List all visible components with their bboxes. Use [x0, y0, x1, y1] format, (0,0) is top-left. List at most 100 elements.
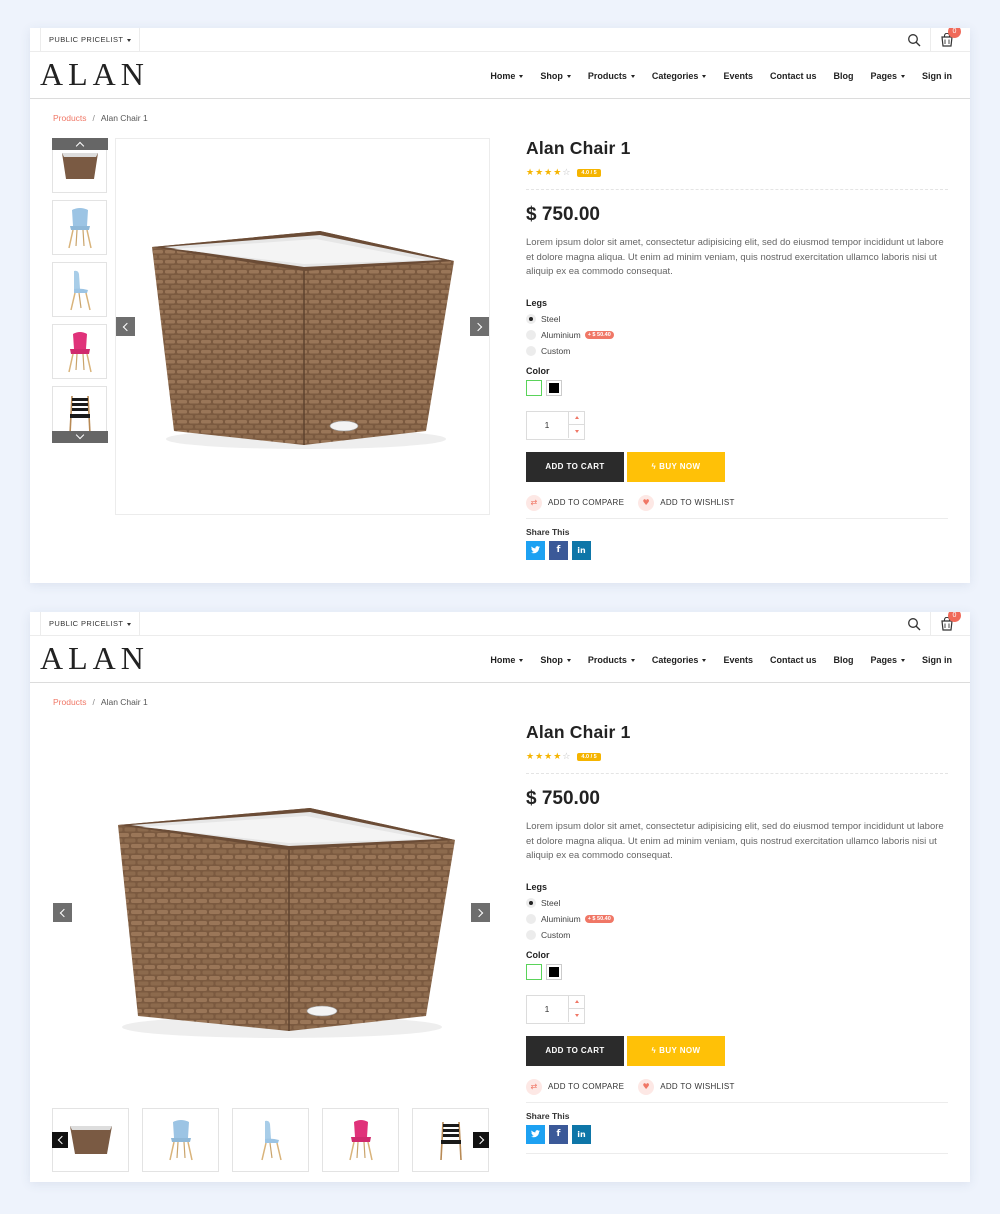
top-bar: PUBLIC PRICELIST 0	[30, 612, 970, 636]
radio[interactable]	[526, 345, 536, 356]
legs-option-aluminium[interactable]: Aluminium + $ 50.40	[526, 329, 948, 340]
buy-now-label: BUY NOW	[659, 1046, 701, 1055]
next-image-button[interactable]	[471, 903, 490, 922]
pricelist-dropdown[interactable]: PUBLIC PRICELIST	[40, 612, 141, 636]
nav-item-home[interactable]: Home	[490, 71, 524, 81]
breadcrumb-separator: /	[92, 697, 95, 707]
color-swatch-black[interactable]	[546, 379, 562, 396]
add-to-compare-button[interactable]: ⇄ ADD TO COMPARE	[526, 1078, 624, 1095]
thumbnail-blue-chair-front[interactable]	[52, 200, 107, 255]
facebook-share-button[interactable]: f	[549, 540, 568, 560]
radio-selected[interactable]	[526, 897, 536, 908]
nav-item-pages[interactable]: Pages	[870, 655, 905, 665]
add-to-wishlist-button[interactable]: ♥ ADD TO WISHLIST	[638, 1078, 734, 1095]
add-to-cart-button[interactable]: ADD TO CART	[526, 1035, 624, 1066]
quantity-decrease-button[interactable]	[568, 424, 584, 438]
quantity-input[interactable]	[527, 995, 567, 1023]
thumbnail-pink-chair[interactable]	[322, 1108, 399, 1172]
add-to-compare-button[interactable]: ⇄ ADD TO COMPARE	[526, 494, 624, 511]
twitter-share-button[interactable]	[526, 540, 545, 560]
cart-button[interactable]: 0	[930, 28, 970, 52]
thumbnail-scroll-left-button[interactable]	[52, 1132, 68, 1148]
linkedin-share-button[interactable]: in	[572, 1124, 591, 1144]
add-to-wishlist-button[interactable]: ♥ ADD TO WISHLIST	[638, 494, 734, 511]
nav-item-events[interactable]: Events	[723, 655, 753, 665]
chevron-up-icon	[75, 141, 85, 151]
quantity-increase-button[interactable]	[568, 411, 584, 425]
nav-item-products[interactable]: Products	[588, 655, 635, 665]
product-price: $ 750.00	[526, 788, 600, 809]
star-icon: ★	[535, 168, 544, 178]
radio[interactable]	[526, 329, 536, 340]
color-label: Color	[526, 365, 550, 376]
linkedin-share-button[interactable]: in	[572, 540, 591, 560]
breadcrumb-current: Alan Chair 1	[100, 113, 148, 123]
thumbnail-pink-chair[interactable]	[52, 324, 107, 379]
nav-item-shop[interactable]: Shop	[540, 655, 571, 665]
sign-in-link[interactable]: Sign in	[922, 71, 952, 81]
rating: ★ ★ ★ ★ ☆ 4.0 / 5	[526, 751, 948, 763]
nav-label: Shop	[540, 654, 563, 665]
chevron-down-icon	[127, 38, 132, 42]
breadcrumb-products-link[interactable]: Products	[53, 697, 87, 707]
buy-now-button[interactable]: ϟ BUY NOW	[627, 451, 725, 482]
nav-item-contact[interactable]: Contact us	[770, 71, 817, 81]
legs-option-steel[interactable]: Steel	[526, 897, 948, 908]
twitter-share-button[interactable]	[526, 1124, 545, 1144]
nav-item-categories[interactable]: Categories	[652, 71, 707, 81]
nav-item-shop[interactable]: Shop	[540, 71, 571, 81]
nav-item-products[interactable]: Products	[588, 71, 635, 81]
caret-down-icon	[574, 429, 579, 433]
legs-option-aluminium[interactable]: Aluminium + $ 50.40	[526, 913, 948, 924]
nav-item-home[interactable]: Home	[490, 655, 524, 665]
breadcrumb-products-link[interactable]: Products	[53, 113, 87, 123]
quantity-increase-button[interactable]	[568, 995, 584, 1009]
pricelist-dropdown[interactable]: PUBLIC PRICELIST	[40, 28, 141, 52]
prev-image-button[interactable]	[53, 903, 72, 922]
logo[interactable]: ALAN	[40, 640, 149, 677]
nav-item-blog[interactable]: Blog	[833, 71, 853, 81]
quantity-decrease-button[interactable]	[568, 1008, 584, 1022]
logo[interactable]: ALAN	[40, 56, 149, 93]
quantity-input[interactable]	[527, 411, 567, 439]
search-icon[interactable]	[907, 33, 921, 47]
thumbnail-blue-chair-side[interactable]	[52, 262, 107, 317]
color-swatch-white[interactable]	[526, 963, 542, 980]
thumbnail-scroll-down-button[interactable]	[52, 430, 108, 443]
thumbnail-blue-chair-front[interactable]	[142, 1108, 219, 1172]
radio[interactable]	[526, 929, 536, 940]
color-swatch-white[interactable]	[526, 379, 542, 396]
product-price: $ 750.00	[526, 204, 600, 225]
radio-selected[interactable]	[526, 313, 536, 324]
linkedin-icon: in	[577, 1129, 586, 1139]
add-to-cart-button[interactable]: ADD TO CART	[526, 451, 624, 482]
nav-item-events[interactable]: Events	[723, 71, 753, 81]
facebook-share-button[interactable]: f	[549, 1124, 568, 1144]
radio[interactable]	[526, 913, 536, 924]
nav-item-categories[interactable]: Categories	[652, 655, 707, 665]
color-label: Color	[526, 949, 550, 960]
legs-option-custom[interactable]: Custom	[526, 345, 948, 356]
thumbnail-scroll-right-button[interactable]	[473, 1132, 489, 1148]
search-icon[interactable]	[907, 617, 921, 631]
nav-item-blog[interactable]: Blog	[833, 655, 853, 665]
prev-image-button[interactable]	[116, 317, 135, 336]
cart-button[interactable]: 0	[930, 612, 970, 636]
sign-in-link[interactable]: Sign in	[922, 655, 952, 665]
main-product-image	[52, 722, 490, 1102]
thumbnail-blue-chair-side[interactable]	[232, 1108, 309, 1172]
buy-now-button[interactable]: ϟ BUY NOW	[627, 1035, 725, 1066]
nav-item-pages[interactable]: Pages	[870, 71, 905, 81]
legs-option-steel[interactable]: Steel	[526, 313, 948, 324]
chevron-down-icon	[127, 622, 132, 626]
nav-label: Products	[587, 654, 627, 665]
chevron-right-icon	[474, 908, 484, 917]
nav-item-contact[interactable]: Contact us	[770, 655, 817, 665]
legs-option-custom[interactable]: Custom	[526, 929, 948, 940]
caret-up-icon	[574, 1000, 579, 1003]
color-swatch-black[interactable]	[546, 963, 562, 980]
next-image-button[interactable]	[470, 317, 489, 336]
thumbnail-column	[52, 138, 109, 443]
breadcrumb-current: Alan Chair 1	[100, 697, 148, 707]
thumbnail-scroll-up-button[interactable]	[52, 138, 108, 151]
